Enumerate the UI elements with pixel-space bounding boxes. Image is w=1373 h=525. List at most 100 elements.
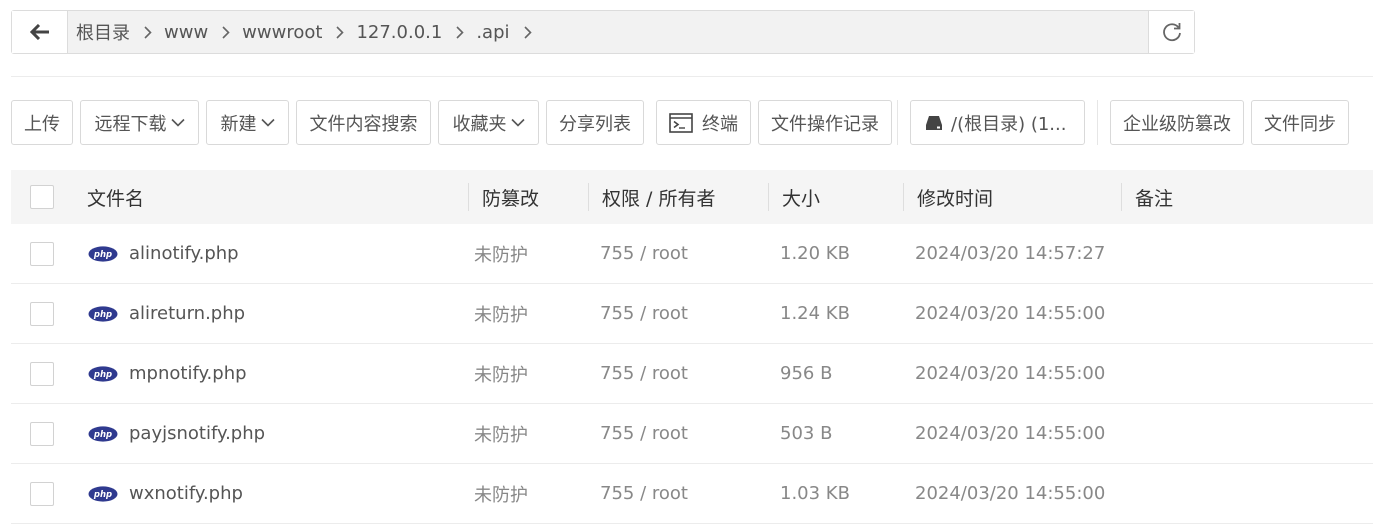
chevron-right-icon xyxy=(222,25,230,39)
row-select-cell xyxy=(11,241,73,266)
toolbar: 上传 远程下载 新建 文件内容搜索 收藏夹 分享列表 终端 文件操作记录 /(根… xyxy=(11,100,1349,145)
row-checkbox[interactable] xyxy=(30,301,54,326)
file-name[interactable]: wxnotify.php xyxy=(129,483,243,504)
toolbar-separator xyxy=(1097,100,1098,145)
header-name-label: 文件名 xyxy=(87,187,145,210)
breadcrumb-label: 127.0.0.1 xyxy=(356,21,443,43)
row-checkbox[interactable] xyxy=(30,421,54,446)
header-mtime-label: 修改时间 xyxy=(917,187,994,210)
file-size: 956 B xyxy=(780,363,833,384)
disk-label: /(根目录) (1... xyxy=(951,113,1067,135)
content-search-label: 文件内容搜索 xyxy=(309,113,418,135)
svg-text:php: php xyxy=(93,370,112,380)
breadcrumb-item-wwwroot[interactable]: wwwroot xyxy=(242,22,356,43)
file-name-cell[interactable]: php mpnotify.php xyxy=(73,363,468,384)
file-sync-button[interactable]: 文件同步 xyxy=(1251,100,1349,145)
svg-text:php: php xyxy=(93,250,112,260)
back-button[interactable] xyxy=(12,11,68,53)
php-file-icon: php xyxy=(88,485,118,502)
permission[interactable]: 755 / root xyxy=(588,303,768,324)
header-note-label: 备注 xyxy=(1135,187,1174,210)
table-row[interactable]: php mpnotify.php 未防护 755 / root 956 B 20… xyxy=(11,344,1373,404)
file-name[interactable]: alireturn.php xyxy=(129,303,245,324)
table-header: 文件名 防篡改 权限 / 所有者 大小 修改时间 备注 xyxy=(11,170,1373,224)
select-all-checkbox[interactable] xyxy=(30,185,54,209)
breadcrumb-item-api[interactable]: .api xyxy=(476,22,543,43)
php-file-icon: php xyxy=(88,305,118,322)
file-name-cell[interactable]: php payjsnotify.php xyxy=(73,423,468,444)
arrow-left-icon xyxy=(29,24,49,40)
chevron-right-icon xyxy=(336,25,345,39)
protect-status[interactable]: 未防护 xyxy=(468,241,588,267)
row-checkbox[interactable] xyxy=(30,241,54,266)
header-perm[interactable]: 权限 / 所有者 xyxy=(588,170,768,224)
terminal-button[interactable]: 终端 xyxy=(656,100,751,145)
terminal-icon xyxy=(669,112,693,133)
chevron-right-icon xyxy=(523,25,532,39)
svg-text:php: php xyxy=(93,310,112,320)
row-checkbox[interactable] xyxy=(30,481,54,506)
share-list-label: 分享列表 xyxy=(559,113,631,135)
header-mtime[interactable]: 修改时间 xyxy=(903,170,1121,224)
file-name-cell[interactable]: php wxnotify.php xyxy=(73,483,468,504)
new-button[interactable]: 新建 xyxy=(206,100,289,145)
chevron-down-icon xyxy=(170,118,185,127)
chevron-right-icon xyxy=(144,25,152,39)
table-row[interactable]: php payjsnotify.php 未防护 755 / root 503 B… xyxy=(11,404,1373,464)
header-size[interactable]: 大小 xyxy=(768,170,903,224)
terminal-label: 终端 xyxy=(702,113,738,135)
protect-status[interactable]: 未防护 xyxy=(468,301,588,327)
remote-download-label: 远程下载 xyxy=(94,113,167,135)
operation-log-button[interactable]: 文件操作记录 xyxy=(758,100,892,145)
file-name-cell[interactable]: php alireturn.php xyxy=(73,303,468,324)
breadcrumb-item-root[interactable]: 根目录 xyxy=(76,19,164,45)
file-sync-label: 文件同步 xyxy=(1264,113,1336,135)
content-search-button[interactable]: 文件内容搜索 xyxy=(296,100,431,145)
permission[interactable]: 755 / root xyxy=(588,423,768,444)
breadcrumb: 根目录 www wwwroot 127.0.0.1 .api xyxy=(68,11,1148,53)
php-file-icon: php xyxy=(88,245,118,262)
modified-time: 2024/03/20 14:55:00 xyxy=(915,363,1106,384)
breadcrumb-item-www[interactable]: www xyxy=(164,22,242,43)
table-row[interactable]: php alinotify.php 未防护 755 / root 1.20 KB… xyxy=(11,224,1373,284)
breadcrumb-label: wwwroot xyxy=(242,21,323,43)
header-protect[interactable]: 防篡改 xyxy=(468,170,588,224)
protect-status[interactable]: 未防护 xyxy=(468,361,588,387)
upload-button[interactable]: 上传 xyxy=(11,100,73,145)
chevron-down-icon xyxy=(510,118,525,127)
modified-time: 2024/03/20 14:55:00 xyxy=(915,483,1106,504)
header-perm-label: 权限 / 所有者 xyxy=(602,187,716,210)
header-name[interactable]: 文件名 xyxy=(73,170,468,224)
toolbar-separator xyxy=(897,100,898,145)
favorites-label: 收藏夹 xyxy=(452,113,507,135)
row-checkbox[interactable] xyxy=(30,361,54,386)
header-protect-label: 防篡改 xyxy=(482,187,540,210)
disk-icon xyxy=(925,115,943,131)
refresh-button[interactable] xyxy=(1148,11,1194,53)
breadcrumb-label: 根目录 xyxy=(76,23,130,44)
header-note[interactable]: 备注 xyxy=(1121,170,1373,224)
protect-status[interactable]: 未防护 xyxy=(468,481,588,507)
file-name[interactable]: payjsnotify.php xyxy=(129,423,265,444)
protect-status[interactable]: 未防护 xyxy=(468,421,588,447)
share-list-button[interactable]: 分享列表 xyxy=(546,100,644,145)
enterprise-tamper-button[interactable]: 企业级防篡改 xyxy=(1110,100,1244,145)
chevron-right-icon xyxy=(456,25,464,39)
table-row[interactable]: php alireturn.php 未防护 755 / root 1.24 KB… xyxy=(11,284,1373,344)
operation-log-label: 文件操作记录 xyxy=(771,113,879,135)
file-table: 文件名 防篡改 权限 / 所有者 大小 修改时间 备注 php alinotif… xyxy=(11,170,1373,524)
disk-select-button[interactable]: /(根目录) (1... xyxy=(910,100,1085,145)
favorites-button[interactable]: 收藏夹 xyxy=(438,100,539,145)
header-size-label: 大小 xyxy=(782,187,821,210)
breadcrumb-item-host[interactable]: 127.0.0.1 xyxy=(356,22,476,43)
file-name[interactable]: alinotify.php xyxy=(129,243,239,264)
remote-download-button[interactable]: 远程下载 xyxy=(80,100,199,145)
permission[interactable]: 755 / root xyxy=(588,483,768,504)
table-row[interactable]: php wxnotify.php 未防护 755 / root 1.03 KB … xyxy=(11,464,1373,524)
php-file-icon: php xyxy=(88,365,118,382)
file-name[interactable]: mpnotify.php xyxy=(129,363,247,384)
permission[interactable]: 755 / root xyxy=(588,243,768,264)
row-select-cell xyxy=(11,481,73,506)
file-name-cell[interactable]: php alinotify.php xyxy=(73,243,468,264)
permission[interactable]: 755 / root xyxy=(588,363,768,384)
